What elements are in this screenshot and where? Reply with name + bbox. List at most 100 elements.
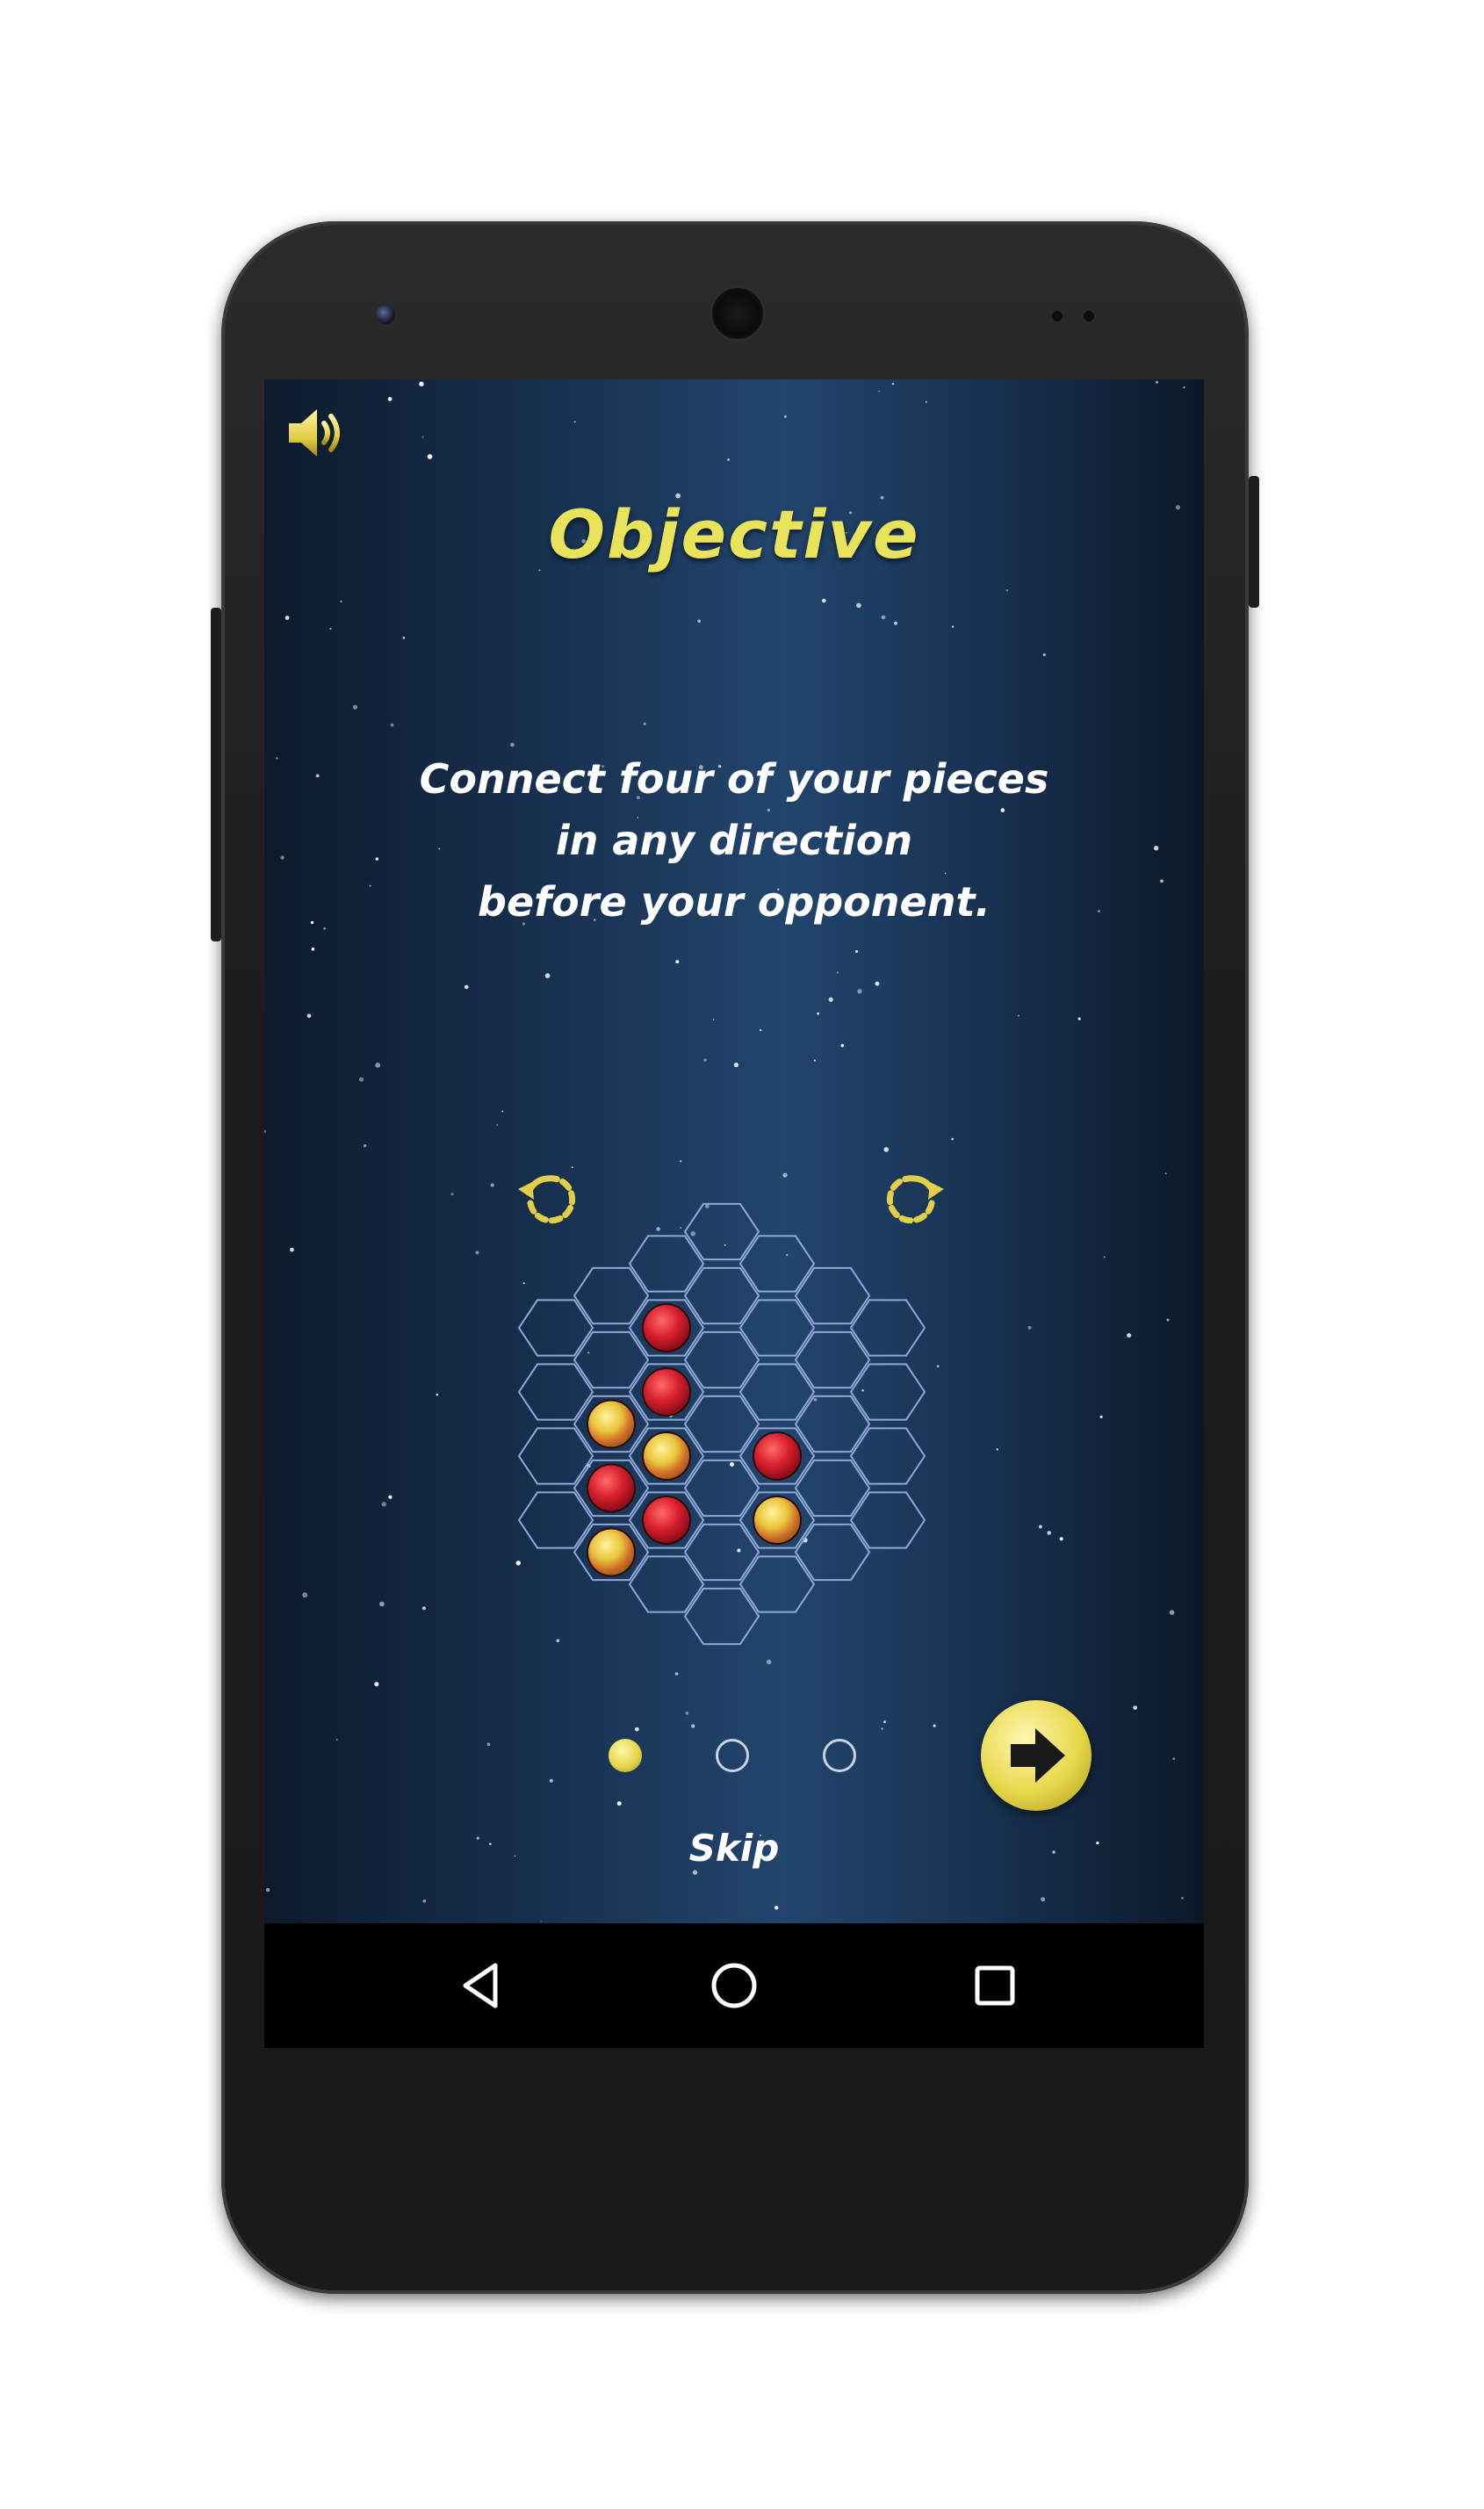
star xyxy=(427,454,433,459)
star xyxy=(422,1899,427,1903)
star xyxy=(290,1247,294,1252)
star xyxy=(936,1365,940,1368)
star xyxy=(363,1144,367,1148)
star xyxy=(510,742,515,747)
star xyxy=(1042,653,1046,657)
starfield-background xyxy=(264,380,1185,1922)
star xyxy=(883,1720,886,1723)
star xyxy=(544,973,551,978)
nav-home-button[interactable] xyxy=(702,1953,767,2018)
star xyxy=(733,1062,739,1068)
star xyxy=(1133,1705,1138,1710)
star xyxy=(1181,1896,1184,1900)
nav-back-button[interactable] xyxy=(450,1953,515,2018)
volume-button xyxy=(211,608,221,941)
star xyxy=(951,1137,954,1141)
star xyxy=(786,1253,789,1257)
next-button[interactable] xyxy=(981,1700,1091,1811)
star xyxy=(388,1495,393,1499)
star xyxy=(335,1738,338,1741)
star xyxy=(840,1043,845,1048)
star xyxy=(703,1058,707,1062)
square-recents-icon xyxy=(975,1965,1015,2006)
star xyxy=(813,1398,818,1402)
star xyxy=(861,1389,864,1392)
star xyxy=(665,1459,670,1464)
star xyxy=(496,1124,499,1126)
earpiece-speaker xyxy=(710,285,766,342)
star xyxy=(556,1639,560,1642)
power-button xyxy=(1249,476,1259,608)
circle-home-icon xyxy=(711,1963,757,2008)
app-screen: Objective Connect four of your pieces in… xyxy=(264,379,1204,1923)
star xyxy=(692,1870,698,1875)
triangle-back-icon xyxy=(463,1963,498,2008)
star xyxy=(302,1592,308,1598)
star xyxy=(490,1183,494,1187)
star xyxy=(329,627,332,630)
star xyxy=(925,400,927,403)
star xyxy=(421,436,424,438)
star xyxy=(855,950,859,953)
star xyxy=(522,1282,525,1285)
star xyxy=(822,598,826,603)
speaker-volume-icon xyxy=(289,409,340,457)
star xyxy=(730,1462,734,1467)
star xyxy=(933,1724,936,1727)
star xyxy=(643,722,646,726)
star xyxy=(515,1561,521,1566)
star xyxy=(387,397,393,401)
star xyxy=(381,1502,386,1507)
star xyxy=(1047,1531,1051,1535)
star xyxy=(1059,1537,1063,1541)
star xyxy=(1017,1014,1019,1017)
star xyxy=(783,415,787,418)
rotate-left-button[interactable] xyxy=(513,1163,583,1233)
star xyxy=(774,1906,779,1910)
page-dot[interactable] xyxy=(823,1739,856,1772)
front-camera xyxy=(376,305,395,324)
star xyxy=(724,1244,726,1246)
star xyxy=(311,947,315,951)
star xyxy=(285,616,290,620)
star xyxy=(450,1193,454,1196)
star xyxy=(881,1727,883,1730)
star xyxy=(691,1724,695,1728)
star xyxy=(952,625,955,628)
star xyxy=(549,1778,553,1783)
star xyxy=(359,1077,364,1082)
star xyxy=(379,1601,385,1607)
star xyxy=(856,602,861,609)
page-dot-active[interactable] xyxy=(609,1739,642,1772)
page-dot[interactable] xyxy=(716,1739,749,1772)
star xyxy=(1164,1172,1167,1175)
skip-link[interactable]: Skip xyxy=(264,1827,1204,1870)
star xyxy=(687,1518,690,1522)
star xyxy=(712,1019,715,1020)
star xyxy=(1005,589,1009,592)
star xyxy=(1099,1415,1103,1418)
star xyxy=(390,723,394,727)
star xyxy=(836,971,839,974)
star xyxy=(705,1204,710,1208)
star xyxy=(891,382,895,386)
rotate-right-button[interactable] xyxy=(879,1163,949,1233)
star xyxy=(675,960,680,964)
sound-toggle-button[interactable] xyxy=(284,402,354,464)
star xyxy=(306,1013,312,1019)
star xyxy=(690,1231,695,1236)
star xyxy=(587,1464,591,1468)
star xyxy=(264,1129,266,1134)
star xyxy=(813,1059,816,1062)
star xyxy=(475,1251,479,1255)
star xyxy=(573,421,576,423)
star xyxy=(1038,1525,1042,1529)
star xyxy=(760,1029,762,1032)
star xyxy=(697,619,701,624)
star xyxy=(817,1012,820,1015)
star xyxy=(1183,386,1185,389)
nav-recents-button[interactable] xyxy=(962,1953,1027,2018)
star xyxy=(1156,380,1158,384)
arrow-right-icon xyxy=(1011,1728,1065,1783)
star xyxy=(737,1548,741,1553)
